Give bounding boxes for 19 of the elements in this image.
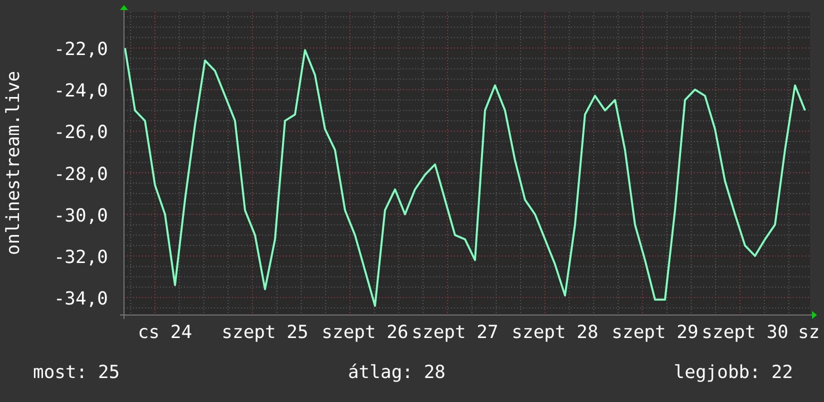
y-tick-label: -22,0: [54, 38, 108, 60]
x-tick-label: szept 25: [222, 322, 308, 343]
stat-text: átlag: 28: [348, 362, 446, 383]
y-tick-label: -28,0: [54, 164, 108, 185]
stat-text: legjobb: 22: [674, 362, 793, 383]
stat-text: most: 25: [33, 362, 120, 383]
y-tick-label: -34,0: [54, 288, 108, 310]
y-tick-label: -32,0: [54, 246, 108, 268]
x-tick-label: sz: [798, 322, 820, 343]
x-tick-label: szept 26: [322, 322, 408, 343]
x-tick-label: szept 27: [412, 322, 498, 343]
y-tick-label: -24,0: [54, 80, 108, 102]
x-tick-label: cs 24: [138, 322, 192, 343]
y-axis-label: onlinestream.live: [3, 70, 24, 256]
x-tick-label: szept 30: [702, 322, 788, 343]
y-tick-label: -26,0: [54, 122, 108, 144]
y-tick-label: -30,0: [54, 205, 108, 226]
x-tick-label: szept 28: [512, 322, 598, 343]
x-tick-label: szept 29: [612, 322, 698, 343]
